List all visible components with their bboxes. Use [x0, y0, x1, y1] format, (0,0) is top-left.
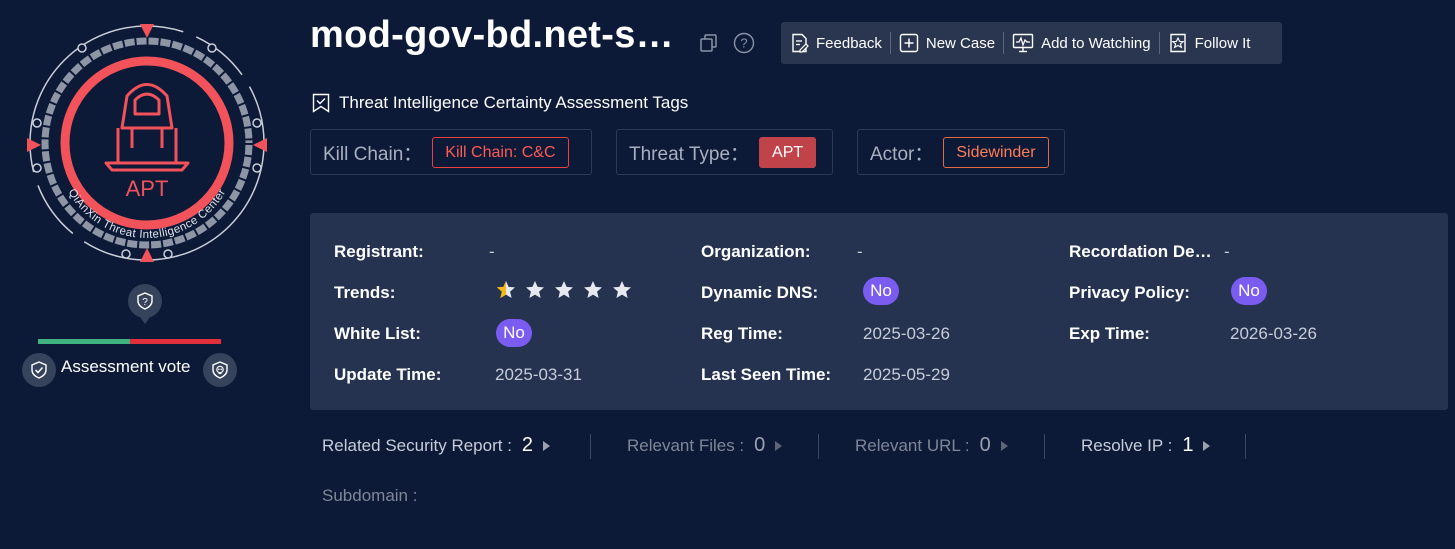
domain-intel-page: APT QiAnXin Threat Intelligence Center ?	[0, 0, 1455, 549]
last-seen-value: 2025-05-29	[863, 365, 950, 384]
feedback-label: Feedback	[816, 34, 882, 52]
tags-heading-text: Threat Intelligence Certainty Assessment…	[339, 93, 689, 112]
registrant-label: Registrant:	[334, 242, 424, 261]
privacy-policy-pill: No	[1231, 277, 1267, 305]
new-case-label: New Case	[925, 34, 996, 52]
threat-type-tag[interactable]: APT	[759, 136, 817, 168]
apt-badge: APT QiAnXin Threat Intelligence Center	[27, 24, 267, 262]
relevant-files-link[interactable]: Relevant Files : 0	[627, 434, 783, 457]
update-time-value: 2025-03-31	[495, 365, 582, 384]
kill-chain-tag[interactable]: Kill Chain: C&C	[432, 136, 569, 168]
related-divider	[1044, 434, 1045, 459]
star-icon	[584, 281, 602, 298]
tag-group-label: Actor：	[870, 143, 934, 165]
help-icon[interactable]: ?	[733, 32, 755, 54]
copy-icon[interactable]	[698, 32, 720, 54]
tag-group-threat-type: Threat Type： APT	[616, 129, 833, 175]
related-security-report-link[interactable]: Related Security Report : 2	[322, 434, 551, 457]
vote-ratio-bar	[38, 339, 221, 344]
svg-text:?: ?	[142, 297, 148, 308]
new-case-button[interactable]: New Case	[891, 22, 1003, 64]
action-toolbar: Feedback New Case Add to Watching Follow…	[781, 22, 1282, 64]
star-bookmark-icon	[1169, 33, 1186, 53]
vote-safe-button[interactable]	[22, 353, 56, 387]
star-icon	[497, 281, 515, 298]
domain-info-panel: Registrant: - Organization: - Recordatio…	[310, 213, 1448, 410]
exp-time-value: 2026-03-26	[1230, 324, 1317, 343]
actor-tag[interactable]: Sidewinder	[943, 136, 1049, 168]
dynamic-dns-label: Dynamic DNS:	[701, 283, 819, 302]
recordation-value: -	[1224, 242, 1230, 261]
shield-skull-icon	[212, 361, 228, 379]
vote-positive-fill	[38, 339, 130, 344]
follow-it-button[interactable]: Follow It	[1160, 22, 1259, 64]
resolve-ip-label: Resolve IP :	[1081, 435, 1173, 455]
subdomain-label: Subdomain :	[322, 486, 418, 505]
trend-rating	[496, 280, 641, 300]
caret-right-icon	[543, 440, 551, 451]
domain-title: mod-gov-bd.net-s…	[310, 14, 674, 56]
tag-group-actor: Actor： Sidewinder	[857, 129, 1065, 175]
monitor-pulse-icon	[1012, 33, 1034, 53]
assessment-vote-row: Assessment vote	[22, 352, 238, 388]
feedback-icon	[792, 33, 809, 53]
caret-right-icon	[1000, 440, 1008, 451]
assessment-vote-label: Assessment vote	[61, 357, 191, 376]
related-report-label: Related Security Report :	[322, 435, 512, 455]
svg-text:?: ?	[740, 36, 747, 51]
resolve-ip-link[interactable]: Resolve IP : 1	[1081, 434, 1211, 457]
add-to-watching-button[interactable]: Add to Watching	[1004, 22, 1159, 64]
relevant-url-label: Relevant URL :	[855, 435, 970, 455]
badge-main-text: APT	[126, 176, 169, 201]
relevant-url-count: 0	[979, 434, 991, 456]
related-report-count: 2	[521, 434, 534, 456]
feedback-button[interactable]: Feedback	[781, 22, 890, 64]
tag-group-label: Kill Chain：	[323, 143, 423, 165]
registrant-value: -	[489, 242, 495, 261]
related-divider	[1245, 434, 1246, 459]
dynamic-dns-pill: No	[863, 277, 899, 305]
caret-right-icon	[1203, 440, 1211, 451]
white-list-label: White List:	[334, 324, 421, 343]
reg-time-value: 2025-03-26	[863, 324, 950, 343]
add-to-watching-label: Add to Watching	[1041, 34, 1151, 52]
shield-check-icon	[31, 361, 47, 379]
related-divider	[818, 434, 819, 459]
tag-group-kill-chain: Kill Chain： Kill Chain: C&C	[310, 129, 592, 175]
vote-malicious-button[interactable]	[203, 353, 237, 387]
reg-time-label: Reg Time:	[701, 324, 783, 343]
related-divider	[590, 434, 591, 459]
question-bubble-icon[interactable]: ?	[128, 284, 162, 324]
organization-value: -	[857, 242, 863, 261]
relevant-files-count: 0	[754, 434, 766, 456]
relevant-url-link[interactable]: Relevant URL : 0	[855, 434, 1008, 457]
relevant-files-label: Relevant Files :	[627, 435, 745, 455]
star-icon	[555, 281, 573, 298]
vote-negative-fill	[129, 339, 221, 344]
bookmark-check-icon	[312, 93, 330, 113]
plus-square-icon	[899, 33, 919, 53]
badge-column: APT QiAnXin Threat Intelligence Center ?	[0, 0, 300, 549]
tag-group-label: Threat Type：	[629, 143, 750, 165]
privacy-policy-label: Privacy Policy:	[1069, 283, 1190, 302]
white-list-pill: No	[496, 319, 532, 347]
organization-label: Organization:	[701, 242, 811, 261]
star-icon	[526, 281, 544, 298]
caret-right-icon	[775, 440, 783, 451]
tags-heading: Threat Intelligence Certainty Assessment…	[312, 93, 688, 113]
trends-label: Trends:	[334, 283, 396, 302]
exp-time-label: Exp Time:	[1069, 324, 1150, 343]
star-icon	[613, 281, 631, 298]
update-time-label: Update Time:	[334, 365, 442, 384]
follow-it-label: Follow It	[1194, 34, 1251, 52]
recordation-label: Recordation De…	[1069, 242, 1212, 261]
resolve-ip-count: 1	[1182, 434, 1194, 456]
last-seen-label: Last Seen Time:	[701, 365, 832, 384]
